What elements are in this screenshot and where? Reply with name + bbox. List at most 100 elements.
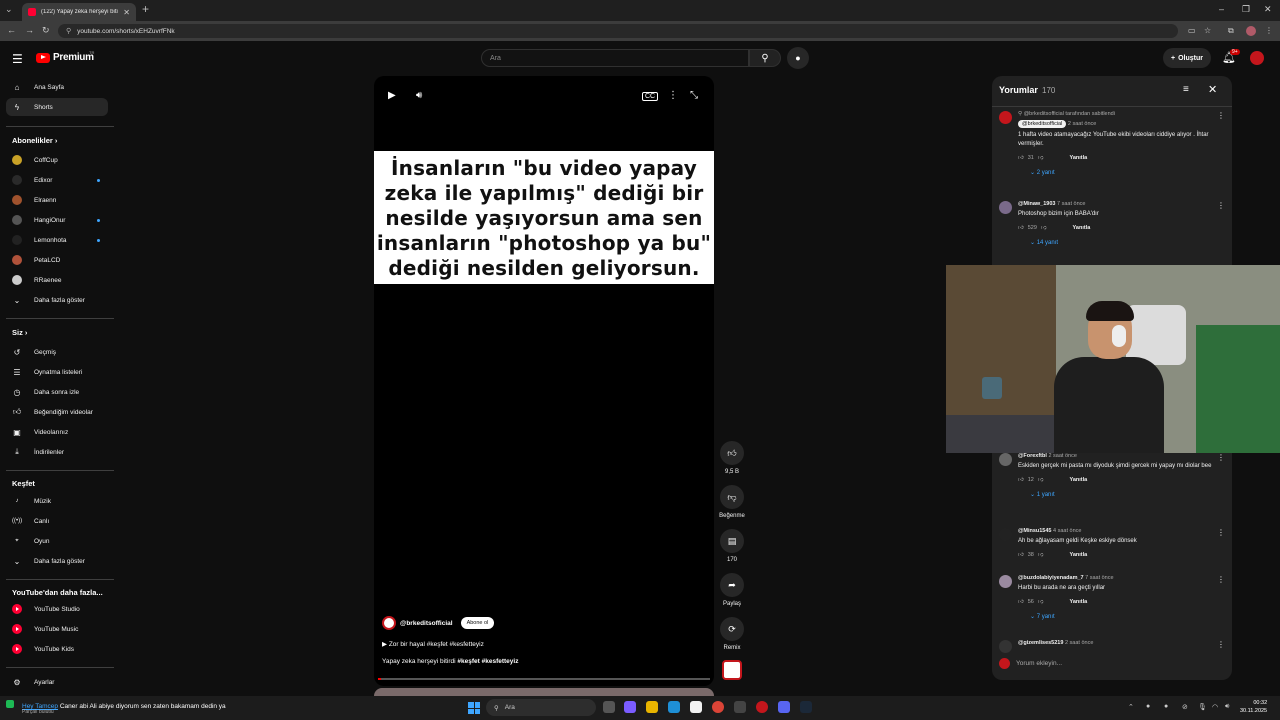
thumbs-down-icon[interactable]: 👎︎ — [1038, 155, 1044, 161]
tray-app-icon[interactable]: ● — [1164, 703, 1168, 710]
sidebar-item-youtube-app[interactable]: YouTube Music — [6, 620, 108, 638]
copilot-icon[interactable] — [624, 701, 636, 713]
spotify-icon[interactable] — [6, 700, 14, 708]
cast-icon[interactable]: ▭ — [1188, 26, 1196, 35]
comment-author[interactable]: @Forexftbl — [1018, 453, 1047, 459]
comment-menu-icon[interactable]: ⋮ — [1217, 640, 1225, 649]
thumbs-down-icon[interactable]: 👎︎ — [1038, 599, 1044, 605]
close-tab-icon[interactable]: ✕ — [123, 8, 130, 17]
network-off-icon[interactable]: ⊘ — [1182, 703, 1188, 711]
play-icon[interactable]: ▶ — [388, 90, 396, 101]
store-icon[interactable] — [690, 701, 702, 713]
commenter-avatar[interactable] — [999, 640, 1012, 653]
task-view-icon[interactable] — [603, 701, 615, 713]
minimize-icon[interactable]: – — [1219, 4, 1224, 14]
commenter-avatar[interactable] — [999, 201, 1012, 214]
commenter-avatar[interactable] — [999, 575, 1012, 588]
more-options-icon[interactable]: ⋮ — [668, 90, 678, 101]
reply-button[interactable]: Yanıtla — [1069, 477, 1087, 483]
sidebar-item-shorts[interactable]: ϟ Shorts — [6, 98, 108, 116]
voice-search-button[interactable]: ● — [787, 47, 809, 69]
channel-avatar[interactable] — [382, 616, 396, 630]
reply-button[interactable]: Yanıtla — [1069, 552, 1087, 558]
opera-icon[interactable] — [756, 701, 768, 713]
thumbs-up-icon[interactable]: 👍︎ — [1018, 599, 1024, 605]
you-heading[interactable]: Siz › — [12, 328, 27, 337]
share-button[interactable]: ➦ Paylaş — [718, 573, 746, 607]
subscriptions-heading[interactable]: Abonelikler › — [12, 136, 57, 145]
sidebar-item-watch-later[interactable]: ◷ Daha sonra izle — [6, 383, 108, 401]
comments-button[interactable]: ▤ 170 — [718, 529, 746, 563]
add-comment-input[interactable]: Yorum ekleyin... — [999, 658, 1225, 669]
show-more-explore[interactable]: ⌄ Daha fazla göster — [6, 552, 108, 570]
progress-bar[interactable] — [378, 678, 710, 680]
volume-icon[interactable]: 🔊︎ — [416, 90, 422, 101]
comment-menu-icon[interactable]: ⋮ — [1217, 111, 1225, 120]
browser-tab-active[interactable]: (122) Yapay zeka herşeyi bitirdi ✕ — [22, 3, 136, 21]
fullscreen-icon[interactable]: ⤡ — [690, 90, 698, 101]
comment-time[interactable]: 2 saat önce — [1048, 453, 1076, 459]
search-input[interactable]: Ara — [481, 49, 749, 67]
comment-author[interactable]: @buzdolabiyiyenadam_7 — [1018, 575, 1084, 581]
captions-icon[interactable]: CC — [642, 92, 659, 101]
sidebar-item-subscription[interactable]: HangiOnur — [6, 211, 108, 229]
comment-menu-icon[interactable]: ⋮ — [1217, 575, 1225, 584]
sidebar-item-subscription[interactable]: Edixor — [6, 171, 108, 189]
thumbs-up-icon[interactable]: 👍︎ — [1018, 552, 1024, 558]
comment-time[interactable]: 4 saat önce — [1053, 528, 1081, 534]
reply-button[interactable]: Yanıtla — [1069, 155, 1087, 161]
maximize-icon[interactable]: ❐ — [1242, 4, 1250, 15]
shorts-video-player[interactable]: ▶ 🔊︎ CC ⋮ ⤡ İnsanların "bu video yapay z… — [374, 76, 714, 686]
steam-icon[interactable] — [800, 701, 812, 713]
thumbs-up-icon[interactable]: 👍︎ — [1018, 477, 1024, 483]
chrome-icon[interactable] — [712, 701, 724, 713]
reload-icon[interactable]: ↻ — [42, 25, 50, 36]
show-more-subscriptions[interactable]: ⌄ Daha fazla göster — [6, 291, 108, 309]
sidebar-item-youtube-app[interactable]: YouTube Kids — [6, 640, 108, 658]
sidebar-item-subscription[interactable]: CoffCup — [6, 151, 108, 169]
tab-list-icon[interactable]: ⌄ — [5, 4, 13, 15]
comment-menu-icon[interactable]: ⋮ — [1217, 453, 1225, 462]
comment-menu-icon[interactable]: ⋮ — [1217, 528, 1225, 537]
volume-icon[interactable]: 🔊︎ — [1225, 703, 1229, 711]
wifi-icon[interactable]: ◠ — [1212, 703, 1218, 711]
comment-author[interactable]: @Minaw_1903 — [1018, 201, 1055, 207]
sound-source-avatar[interactable] — [722, 660, 742, 680]
search-button[interactable]: ⚲ — [749, 49, 781, 67]
commenter-avatar[interactable] — [999, 111, 1012, 124]
comment-time[interactable]: 7 saat önce — [1057, 201, 1085, 207]
next-short-preview[interactable] — [374, 688, 714, 696]
bookmark-star-icon[interactable]: ☆ — [1204, 26, 1211, 35]
browser-menu-icon[interactable]: ⋮ — [1265, 26, 1273, 35]
file-explorer-icon[interactable] — [646, 701, 658, 713]
youtube-logo[interactable]: Premium — [36, 52, 94, 63]
view-replies-button[interactable]: ⌄ 2 yanıt — [1018, 169, 1218, 176]
site-info-icon[interactable]: ⚲ — [66, 27, 71, 35]
remix-button[interactable]: ⟳ Remix — [718, 617, 746, 651]
subscribe-button[interactable]: Abone ol — [460, 617, 495, 629]
taskbar-search[interactable]: ⚲ Ara — [486, 699, 596, 716]
forward-icon[interactable]: → — [25, 25, 34, 35]
sidebar-item-home[interactable]: ⌂ Ana Sayfa — [6, 78, 108, 96]
account-avatar[interactable] — [1250, 51, 1264, 65]
description-tags[interactable]: #keşfet #kesfetteyiz — [457, 658, 518, 665]
close-icon[interactable]: ✕ — [1208, 83, 1217, 96]
sidebar-item-your-videos[interactable]: ▣ Videolarınız — [6, 423, 108, 441]
reply-button[interactable]: Yanıtla — [1069, 599, 1087, 605]
thumbs-down-icon[interactable]: 👎︎ — [1041, 225, 1047, 231]
sidebar-item-gaming[interactable]: ⌖ Oyun — [6, 532, 108, 550]
back-icon[interactable]: ← — [7, 25, 16, 35]
sidebar-item-playlist[interactable]: ☰ Oynatma listeleri — [6, 363, 108, 381]
view-replies-button[interactable]: ⌄ 7 yanıt — [1018, 613, 1218, 620]
sidebar-item-settings[interactable]: ⚙ Ayarlar — [6, 673, 108, 691]
view-replies-button[interactable]: ⌄ 1 yanıt — [1018, 491, 1218, 498]
mic-icon[interactable]: 🎙︎ — [1198, 703, 1207, 711]
tray-arrow-icon[interactable]: ⌃ — [1128, 703, 1134, 711]
sidebar-item-history[interactable]: ↺ Geçmiş — [6, 343, 108, 361]
commenter-avatar[interactable] — [999, 453, 1012, 466]
music-row[interactable]: ▶ Zor bir hayal #keşfet #kesfetteyiz — [382, 640, 484, 648]
extensions-icon[interactable]: ⧉ — [1228, 26, 1234, 36]
close-window-icon[interactable]: ✕ — [1264, 4, 1272, 15]
sidebar-item-subscription[interactable]: Elraenn — [6, 191, 108, 209]
comment-time[interactable]: 2 saat önce — [1065, 640, 1093, 646]
